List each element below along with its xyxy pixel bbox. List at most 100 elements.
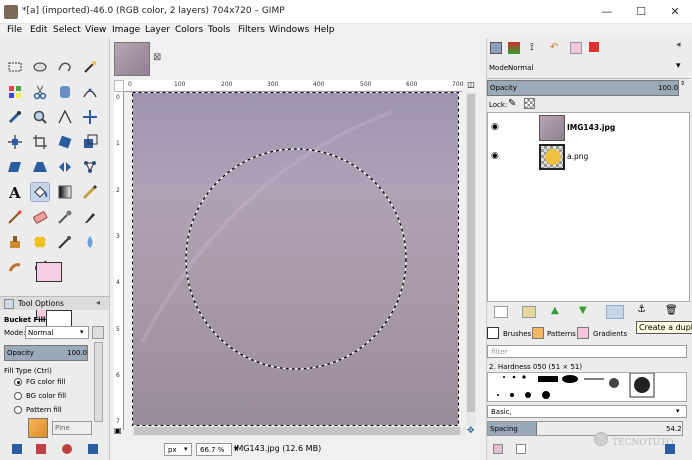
dock-menu-icon[interactable]: ◂ xyxy=(676,40,681,50)
restore-options-icon[interactable] xyxy=(36,444,46,454)
unit-dropdown[interactable]: px ▾ xyxy=(164,443,192,456)
pattern-name-field[interactable]: Pine xyxy=(52,421,92,435)
raise-layer-icon[interactable]: ▲ xyxy=(551,305,565,317)
minimize-button[interactable]: — xyxy=(592,0,622,24)
new-layer-icon[interactable] xyxy=(494,306,508,318)
blur-tool-icon[interactable] xyxy=(81,233,99,251)
tab-menu-icon[interactable]: ◂ xyxy=(96,298,100,307)
navigate-icon[interactable]: ✥ xyxy=(467,426,477,436)
anchor-layer-icon[interactable]: ⚓ xyxy=(637,304,651,316)
bucket-fill-tool-icon[interactable] xyxy=(30,182,50,202)
menu-filters[interactable]: Filters xyxy=(238,25,265,35)
maximize-button[interactable]: ☐ xyxy=(626,0,656,24)
menu-layer[interactable]: Layer xyxy=(145,25,170,35)
undo-history-tab-icon[interactable]: ↶ xyxy=(550,42,562,54)
brushes-tab[interactable]: Brushes xyxy=(503,330,531,338)
mode-dropdown[interactable]: Normal ▾ xyxy=(25,326,89,339)
brushes-tab-icon[interactable] xyxy=(487,327,499,339)
refresh-brushes-icon[interactable] xyxy=(665,444,675,454)
horizontal-scrollbar-thumb[interactable] xyxy=(134,427,460,435)
edit-brush-icon[interactable] xyxy=(493,444,503,454)
spacing-slider[interactable]: Spacing 54.2 xyxy=(487,421,683,436)
by-color-select-tool-icon[interactable] xyxy=(6,83,24,101)
vertical-scrollbar[interactable] xyxy=(466,92,476,426)
channels-tab-icon[interactable] xyxy=(508,42,520,54)
layer-name[interactable]: IMG143.jpg xyxy=(567,123,615,132)
scale-tool-icon[interactable] xyxy=(81,133,99,151)
crop-tool-icon[interactable] xyxy=(31,133,49,151)
lock-pixels-icon[interactable]: ✎ xyxy=(508,98,516,109)
lower-layer-icon[interactable]: ▼ xyxy=(579,305,593,317)
close-button[interactable]: ✕ xyxy=(660,0,690,24)
layer-mode-value[interactable]: Normal xyxy=(508,64,533,72)
gradients-tab[interactable]: Gradients xyxy=(593,330,627,338)
pattern-fill-radio[interactable] xyxy=(14,406,22,414)
vertical-scrollbar-thumb[interactable] xyxy=(467,94,475,412)
delete-options-icon[interactable] xyxy=(62,444,72,454)
scissors-select-tool-icon[interactable] xyxy=(31,83,49,101)
rotate-tool-icon[interactable] xyxy=(56,133,74,151)
reset-options-icon[interactable] xyxy=(88,444,98,454)
smudge-tool-icon[interactable] xyxy=(6,258,24,276)
layer-opacity-slider[interactable]: Opacity 100.0 xyxy=(487,80,679,96)
horizontal-scrollbar[interactable] xyxy=(132,426,466,436)
delete-layer-icon[interactable]: 🗑 xyxy=(665,305,679,317)
tool-options-tab[interactable]: Tool Options xyxy=(18,299,64,308)
pencil-tool-icon[interactable] xyxy=(81,183,99,201)
foreground-color-swatch-top[interactable] xyxy=(36,262,62,282)
menu-image[interactable]: Image xyxy=(112,25,140,35)
eye-icon[interactable]: ◉ xyxy=(491,122,499,132)
chevron-down-icon[interactable]: ▾ xyxy=(676,61,681,71)
image-thumbnail-tab[interactable] xyxy=(114,42,150,76)
fg-color-fill-radio[interactable] xyxy=(14,378,22,386)
gradients-tab-icon[interactable] xyxy=(577,327,589,339)
menu-help[interactable]: Help xyxy=(314,25,335,35)
eraser-tool-icon[interactable] xyxy=(31,208,49,226)
cage-transform-tool-icon[interactable] xyxy=(81,158,99,176)
patterns-tab[interactable]: Patterns xyxy=(547,330,576,338)
images-tab-icon[interactable] xyxy=(589,42,599,52)
pattern-preview[interactable] xyxy=(28,418,48,438)
lock-alpha-icon[interactable] xyxy=(524,98,535,109)
brush-tag-dropdown[interactable]: Basic, ▾ xyxy=(487,405,687,418)
move-tool-icon[interactable] xyxy=(81,108,99,126)
paths-tab-icon[interactable]: ⟟ xyxy=(530,42,542,54)
blend-tool-icon[interactable] xyxy=(56,183,74,201)
bg-color-fill-radio[interactable] xyxy=(14,392,22,400)
close-image-tab-icon[interactable]: ⊠ xyxy=(153,52,161,63)
mode-reset-icon[interactable] xyxy=(92,326,104,339)
align-tool-icon[interactable] xyxy=(6,133,24,151)
paths-tool-icon[interactable] xyxy=(81,83,99,101)
quickmask-toggle-icon[interactable]: ▣ xyxy=(114,426,124,436)
tool-options-scrollbar[interactable] xyxy=(94,342,103,422)
menu-file[interactable]: File xyxy=(7,25,22,35)
shear-tool-icon[interactable] xyxy=(6,158,24,176)
text-tool-icon[interactable]: A xyxy=(6,183,24,202)
perspective-clone-tool-icon[interactable] xyxy=(56,233,74,251)
horizontal-ruler[interactable]: 0 100 200 300 400 500 600 700 xyxy=(124,80,463,92)
rect-select-tool-icon[interactable] xyxy=(6,58,24,76)
zoom-tool-icon[interactable] xyxy=(31,108,49,126)
brush-grid[interactable] xyxy=(487,372,687,402)
new-layer-group-icon[interactable] xyxy=(522,306,536,318)
foreground-select-tool-icon[interactable] xyxy=(56,83,74,101)
menu-colors[interactable]: Colors xyxy=(175,25,203,35)
layer-row[interactable]: ◉ IMG143.jpg xyxy=(487,113,687,143)
menu-tools[interactable]: Tools xyxy=(208,25,230,35)
layers-tab-icon[interactable] xyxy=(490,42,502,54)
brush-filter-input[interactable]: filter xyxy=(487,345,687,358)
menu-select[interactable]: Select xyxy=(53,25,81,35)
flip-tool-icon[interactable] xyxy=(56,158,74,176)
layer-row[interactable]: ◉ a.png xyxy=(487,142,687,172)
tool-presets-tab-icon[interactable] xyxy=(570,42,582,54)
heal-tool-icon[interactable] xyxy=(31,233,49,251)
menu-edit[interactable]: Edit xyxy=(30,25,47,35)
save-options-icon[interactable] xyxy=(12,444,22,454)
vertical-ruler[interactable]: 0 1 2 3 4 5 6 7 xyxy=(114,92,124,430)
opacity-spin-icon[interactable]: ⇕ xyxy=(680,80,685,87)
new-brush-icon[interactable] xyxy=(516,444,526,454)
perspective-tool-icon[interactable] xyxy=(31,158,49,176)
eye-icon[interactable]: ◉ xyxy=(491,151,499,161)
menu-windows[interactable]: Windows xyxy=(269,25,309,35)
clone-tool-icon[interactable] xyxy=(6,233,24,251)
